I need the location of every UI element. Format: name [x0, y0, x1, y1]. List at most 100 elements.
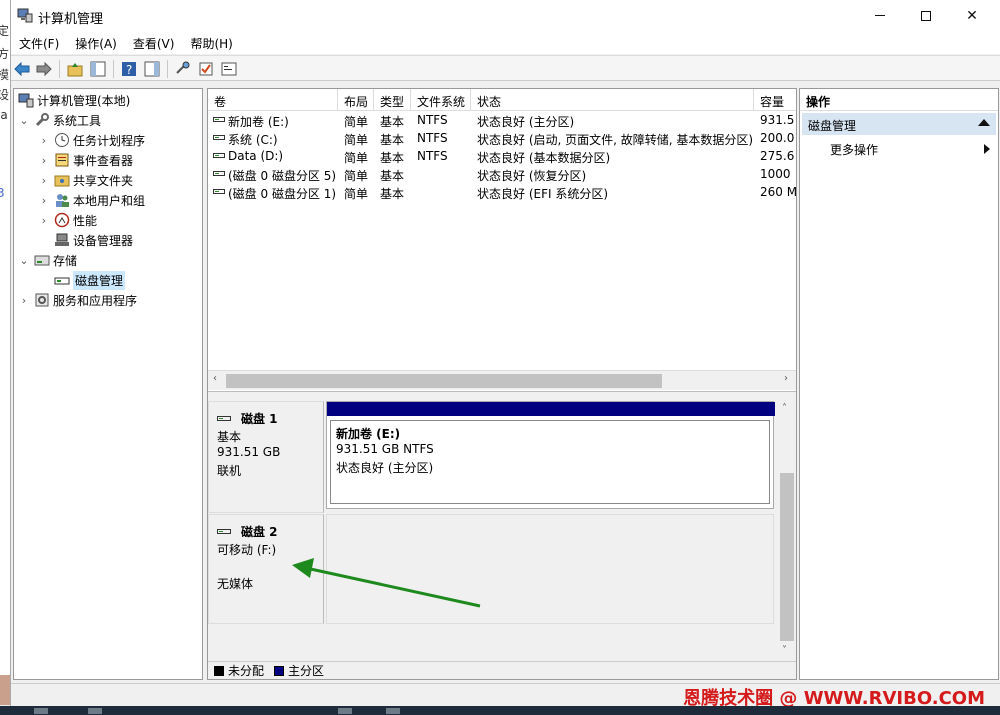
- background-wallpaper: [0, 675, 10, 705]
- scroll-right-icon[interactable]: ›: [784, 373, 788, 384]
- scroll-left-icon[interactable]: ‹: [213, 373, 217, 384]
- tree-node-disk-management[interactable]: 磁盘管理: [50, 270, 126, 290]
- volume-row[interactable]: 新加卷 (E:) 简单 基本 NTFS 状态良好 (主分区) 931.5: [208, 111, 796, 129]
- tree-node-device-manager[interactable]: 设备管理器: [50, 230, 133, 250]
- tree-node-system-tools[interactable]: ⌄ 系统工具: [18, 110, 101, 130]
- volume-filesystem: NTFS: [417, 131, 448, 145]
- disk-1-label[interactable]: 磁盘 1 基本 931.51 GB 联机: [208, 401, 324, 513]
- volume-type: 基本: [380, 115, 405, 129]
- minimize-icon: [875, 15, 885, 16]
- chevron-right-icon[interactable]: ›: [18, 294, 30, 307]
- volume-status: 状态良好 (基本数据分区): [477, 151, 611, 165]
- chevron-right-icon[interactable]: ›: [38, 154, 50, 167]
- collapse-up-icon[interactable]: [978, 119, 990, 126]
- up-folder-icon: [67, 63, 83, 77]
- taskbar-icon[interactable]: [386, 708, 400, 714]
- column-header-status[interactable]: 状态: [471, 89, 754, 111]
- chevron-down-icon[interactable]: ⌄: [18, 114, 30, 127]
- show-hide-action-pane-button[interactable]: [143, 60, 161, 78]
- device-manager-icon: [54, 232, 70, 248]
- tree-node-task-scheduler[interactable]: › 任务计划程序: [38, 130, 145, 150]
- maximize-button[interactable]: [903, 0, 949, 31]
- chevron-down-icon[interactable]: ⌄: [18, 254, 30, 267]
- taskbar-icon[interactable]: [34, 708, 48, 714]
- actions-header: 操作: [800, 89, 998, 111]
- disk-2-media: 无媒体: [217, 577, 254, 591]
- chevron-right-icon[interactable]: ›: [38, 174, 50, 187]
- primary-partition-swatch: [274, 665, 285, 676]
- export-list-button[interactable]: [220, 60, 238, 78]
- more-actions-item[interactable]: 更多操作: [830, 141, 878, 158]
- tree-node-local-users[interactable]: › 本地用户和组: [38, 190, 145, 210]
- menu-action[interactable]: 操作(A): [67, 31, 125, 54]
- actions-section-disk-management[interactable]: 磁盘管理: [802, 113, 996, 135]
- volume-row[interactable]: Data (D:) 简单 基本 NTFS 状态良好 (基本数据分区) 275.6: [208, 147, 796, 165]
- tree-node-event-viewer[interactable]: › 事件查看器: [38, 150, 133, 170]
- volume-icon: [213, 135, 225, 140]
- tree-label: 性能: [73, 213, 98, 228]
- up-folder-button[interactable]: [66, 60, 84, 78]
- taskbar-icon[interactable]: [338, 708, 352, 714]
- help-button[interactable]: ?: [120, 60, 138, 78]
- properties-button[interactable]: [197, 60, 215, 78]
- menu-bar: 文件(F) 操作(A) 查看(V) 帮助(H): [11, 31, 1000, 54]
- taskbar-icon[interactable]: [88, 708, 102, 714]
- volume-row[interactable]: (磁盘 0 磁盘分区 1) 简单 基本 状态良好 (EFI 系统分区) 260 …: [208, 183, 796, 201]
- show-hide-tree-button[interactable]: [89, 60, 107, 78]
- chevron-right-icon[interactable]: ›: [38, 214, 50, 227]
- volume-layout: 简单: [344, 133, 369, 147]
- tree-node-shared-folders[interactable]: › 共享文件夹: [38, 170, 133, 190]
- back-button[interactable]: [13, 60, 31, 78]
- column-header-volume[interactable]: 卷: [208, 89, 338, 111]
- scrollbar-thumb[interactable]: [780, 473, 794, 641]
- actions-pane: 操作 磁盘管理 更多操作: [799, 88, 999, 680]
- tree-node-performance[interactable]: › 性能: [38, 210, 97, 230]
- disk-2-type: 可移动 (F:): [217, 543, 277, 557]
- partition-legend: 未分配 主分区: [208, 661, 796, 679]
- wrench-icon: [34, 112, 50, 128]
- forward-button[interactable]: [35, 60, 53, 78]
- vertical-scrollbar[interactable]: ˄ ˅: [778, 401, 796, 661]
- close-button[interactable]: ✕: [949, 0, 995, 31]
- column-header-filesystem[interactable]: 文件系统: [411, 89, 471, 111]
- menu-view[interactable]: 查看(V): [125, 31, 183, 54]
- volume-status: 状态良好 (EFI 系统分区): [477, 187, 609, 201]
- tree-node-root[interactable]: 计算机管理(本地): [16, 90, 130, 110]
- disk-1-name: 磁盘 1: [241, 412, 278, 426]
- volume-capacity: 260 M: [760, 185, 796, 199]
- volume-status: 状态良好 (恢复分区): [477, 169, 587, 183]
- checklist-icon: [199, 62, 213, 76]
- scroll-down-icon[interactable]: ˅: [782, 645, 787, 656]
- volume-row[interactable]: 系统 (C:) 简单 基本 NTFS 状态良好 (启动, 页面文件, 故障转储,…: [208, 129, 796, 147]
- scroll-up-icon[interactable]: ˄: [782, 403, 787, 414]
- scrollbar-thumb[interactable]: [226, 374, 662, 388]
- volume-name: 新加卷 (E:): [228, 115, 289, 129]
- volume-name: (磁盘 0 磁盘分区 1): [228, 187, 337, 201]
- submenu-arrow-icon[interactable]: [984, 144, 990, 154]
- storage-icon: [34, 252, 50, 268]
- partition-e[interactable]: 新加卷 (E:) 931.51 GB NTFS 状态良好 (主分区): [326, 401, 775, 509]
- connect-button[interactable]: [174, 60, 192, 78]
- chevron-right-icon[interactable]: ›: [38, 194, 50, 207]
- horizontal-scrollbar[interactable]: ‹ ›: [208, 370, 796, 390]
- window-title: 计算机管理: [38, 12, 104, 27]
- column-header-type[interactable]: 类型: [374, 89, 411, 111]
- tree-label: 事件查看器: [73, 153, 134, 168]
- minimize-button[interactable]: [857, 0, 903, 31]
- list-view-icon: [221, 62, 237, 76]
- tree-node-services[interactable]: › 服务和应用程序: [18, 290, 137, 310]
- tree-label: 磁盘管理: [73, 270, 126, 290]
- disk-graphical-view: 磁盘 1 基本 931.51 GB 联机 新加卷 (E:) 931.51 GB …: [208, 401, 778, 661]
- console-tree-icon: [90, 61, 106, 77]
- chevron-right-icon[interactable]: ›: [38, 134, 50, 147]
- volume-row[interactable]: (磁盘 0 磁盘分区 5) 简单 基本 状态良好 (恢复分区) 1000: [208, 165, 796, 183]
- tree-node-storage[interactable]: ⌄ 存储: [18, 250, 77, 270]
- column-header-capacity[interactable]: 容量: [754, 89, 796, 111]
- pane-splitter[interactable]: [208, 391, 796, 401]
- volume-type: 基本: [380, 187, 405, 201]
- volume-status: 状态良好 (启动, 页面文件, 故障转储, 基本数据分区): [477, 133, 752, 147]
- disk-2-label[interactable]: 磁盘 2 可移动 (F:) 无媒体: [208, 514, 324, 624]
- menu-file[interactable]: 文件(F): [11, 31, 67, 54]
- menu-help[interactable]: 帮助(H): [182, 31, 240, 54]
- column-header-layout[interactable]: 布局: [338, 89, 374, 111]
